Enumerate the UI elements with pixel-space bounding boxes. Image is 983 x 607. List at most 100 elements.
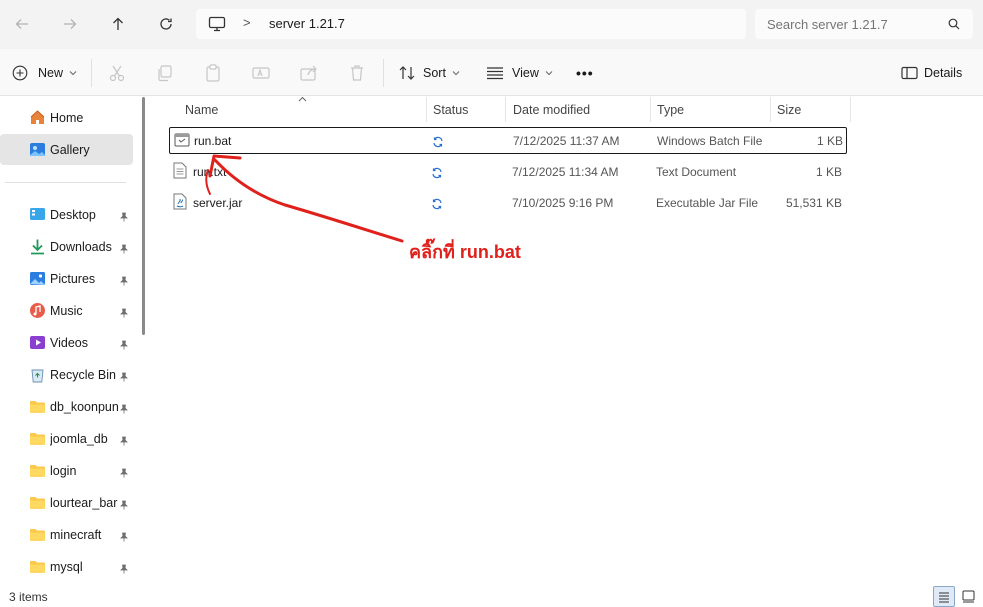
sidebar-item-label: lourtear_barbershop	[50, 496, 118, 510]
folder-icon	[30, 529, 45, 541]
file-name: run.bat	[194, 134, 232, 148]
new-button[interactable]: New	[12, 62, 77, 84]
sidebar-item-db-koonpun[interactable]: db_koonpun	[0, 391, 133, 421]
sidebar-item-label: db_koonpun	[50, 400, 118, 414]
folder-icon	[30, 561, 45, 573]
new-button-label: New	[38, 66, 64, 80]
file-row-run-bat[interactable]: run.bat 7/12/2025 11:37 AM Windows Batch…	[169, 127, 847, 154]
column-header-date-modified[interactable]: Date modified	[513, 97, 590, 122]
file-date-modified: 7/12/2025 11:37 AM	[513, 134, 620, 148]
breadcrumb-current-folder[interactable]: server 1.21.7	[269, 16, 345, 31]
details-button[interactable]: Details	[901, 62, 962, 84]
up-button[interactable]	[103, 9, 133, 39]
file-date-modified: 7/12/2025 11:34 AM	[512, 165, 619, 179]
view-list-icon	[487, 67, 503, 80]
status-bar: 3 items	[0, 585, 983, 607]
sort-icon	[399, 66, 415, 80]
pin-icon[interactable]	[119, 404, 129, 414]
sidebar-item-videos[interactable]: Videos	[0, 327, 133, 357]
file-name: run.txt	[193, 165, 227, 179]
arrow-left-icon	[15, 19, 28, 29]
sidebar-item-downloads[interactable]: Downloads	[0, 231, 133, 261]
sidebar-item-label: Videos	[50, 336, 88, 350]
rename-icon[interactable]	[251, 63, 271, 83]
file-size: 1 KB	[816, 134, 843, 148]
share-icon[interactable]	[299, 63, 319, 83]
sidebar-item-minecraft[interactable]: minecraft	[0, 519, 133, 549]
sidebar-item-login[interactable]: login	[0, 455, 133, 485]
sidebar-item-recycle-bin[interactable]: Recycle Bin	[0, 359, 133, 389]
column-header-name[interactable]: Name	[185, 97, 218, 122]
pin-icon[interactable]	[119, 564, 129, 574]
sidebar-item-music[interactable]: Music	[0, 295, 133, 325]
file-row-run-txt[interactable]: run.txt 7/12/2025 11:34 AM Text Document…	[169, 159, 847, 186]
search-icon	[948, 18, 960, 30]
file-size: 1 KB	[815, 165, 842, 179]
paste-icon[interactable]	[203, 63, 223, 83]
sync-icon	[432, 167, 442, 179]
address-bar[interactable]: > server 1.21.7	[196, 9, 746, 39]
view-button[interactable]: View	[486, 62, 553, 84]
large-icons-view-button[interactable]	[958, 586, 980, 607]
pin-icon[interactable]	[119, 468, 129, 478]
sidebar-item-label: Home	[50, 111, 84, 125]
file-size: 51,531 KB	[785, 196, 842, 210]
sync-icon	[433, 136, 443, 148]
sidebar-item-pictures[interactable]: Pictures	[0, 263, 133, 293]
column-divider[interactable]	[505, 97, 506, 122]
sidebar-item-lourtear-barbershop[interactable]: lourtear_barbershop	[0, 487, 133, 517]
refresh-button[interactable]	[151, 9, 181, 39]
details-view-button[interactable]	[933, 586, 955, 607]
sidebar-item-label: Gallery	[50, 143, 90, 157]
pin-icon[interactable]	[119, 276, 129, 286]
sidebar-item-mysql[interactable]: mysql	[0, 551, 133, 581]
arrow-right-icon	[64, 19, 77, 29]
sort-button[interactable]: Sort	[399, 62, 460, 84]
file-date-modified: 7/10/2025 9:16 PM	[512, 196, 614, 210]
column-header-size[interactable]: Size	[777, 97, 801, 122]
sidebar-item-label: login	[50, 464, 77, 478]
folder-icon	[30, 497, 45, 509]
copy-icon[interactable]	[155, 63, 175, 83]
search-box[interactable]	[755, 9, 973, 39]
pin-icon[interactable]	[119, 500, 129, 510]
desktop-icon	[30, 208, 45, 220]
sidebar-item-desktop[interactable]: Desktop	[0, 199, 133, 229]
chevron-down-icon	[69, 71, 77, 76]
sidebar-item-joomla-db[interactable]: joomla_db	[0, 423, 133, 453]
folder-icon	[30, 465, 45, 477]
pin-icon[interactable]	[119, 372, 129, 382]
pin-icon[interactable]	[119, 308, 129, 318]
sidebar-item-gallery[interactable]: Gallery	[0, 134, 133, 165]
forward-button[interactable]	[55, 9, 85, 39]
sidebar-scrollbar[interactable]	[142, 97, 145, 335]
breadcrumb-chevron[interactable]: >	[243, 15, 251, 30]
cut-icon[interactable]	[107, 63, 127, 83]
column-divider[interactable]	[770, 97, 771, 122]
pin-icon[interactable]	[119, 532, 129, 542]
file-type: Text Document	[656, 165, 737, 179]
delete-icon[interactable]	[347, 63, 367, 83]
column-divider[interactable]	[426, 97, 427, 122]
search-input[interactable]	[767, 15, 937, 33]
back-button[interactable]	[7, 9, 37, 39]
plus-circle-icon	[12, 65, 28, 81]
file-name: server.jar	[193, 196, 243, 210]
large-icons-view-icon	[962, 590, 975, 603]
sidebar-item-label: minecraft	[50, 528, 102, 542]
column-divider[interactable]	[850, 97, 851, 122]
sidebar-item-label: Recycle Bin	[50, 368, 116, 382]
pin-icon[interactable]	[119, 340, 129, 350]
music-icon	[30, 303, 45, 318]
pin-icon[interactable]	[119, 212, 129, 222]
sidebar-item-label: Desktop	[50, 208, 96, 222]
sidebar-item-home[interactable]: Home	[0, 103, 133, 133]
sidebar-item-label: Downloads	[50, 240, 112, 254]
pin-icon[interactable]	[119, 244, 129, 254]
file-row-server-jar[interactable]: server.jar 7/10/2025 9:16 PM Executable …	[169, 190, 847, 217]
column-header-status[interactable]: Status	[433, 97, 468, 122]
more-options-button[interactable]: •••	[576, 62, 594, 84]
column-divider[interactable]	[650, 97, 651, 122]
pin-icon[interactable]	[119, 436, 129, 446]
column-header-type[interactable]: Type	[657, 97, 684, 122]
